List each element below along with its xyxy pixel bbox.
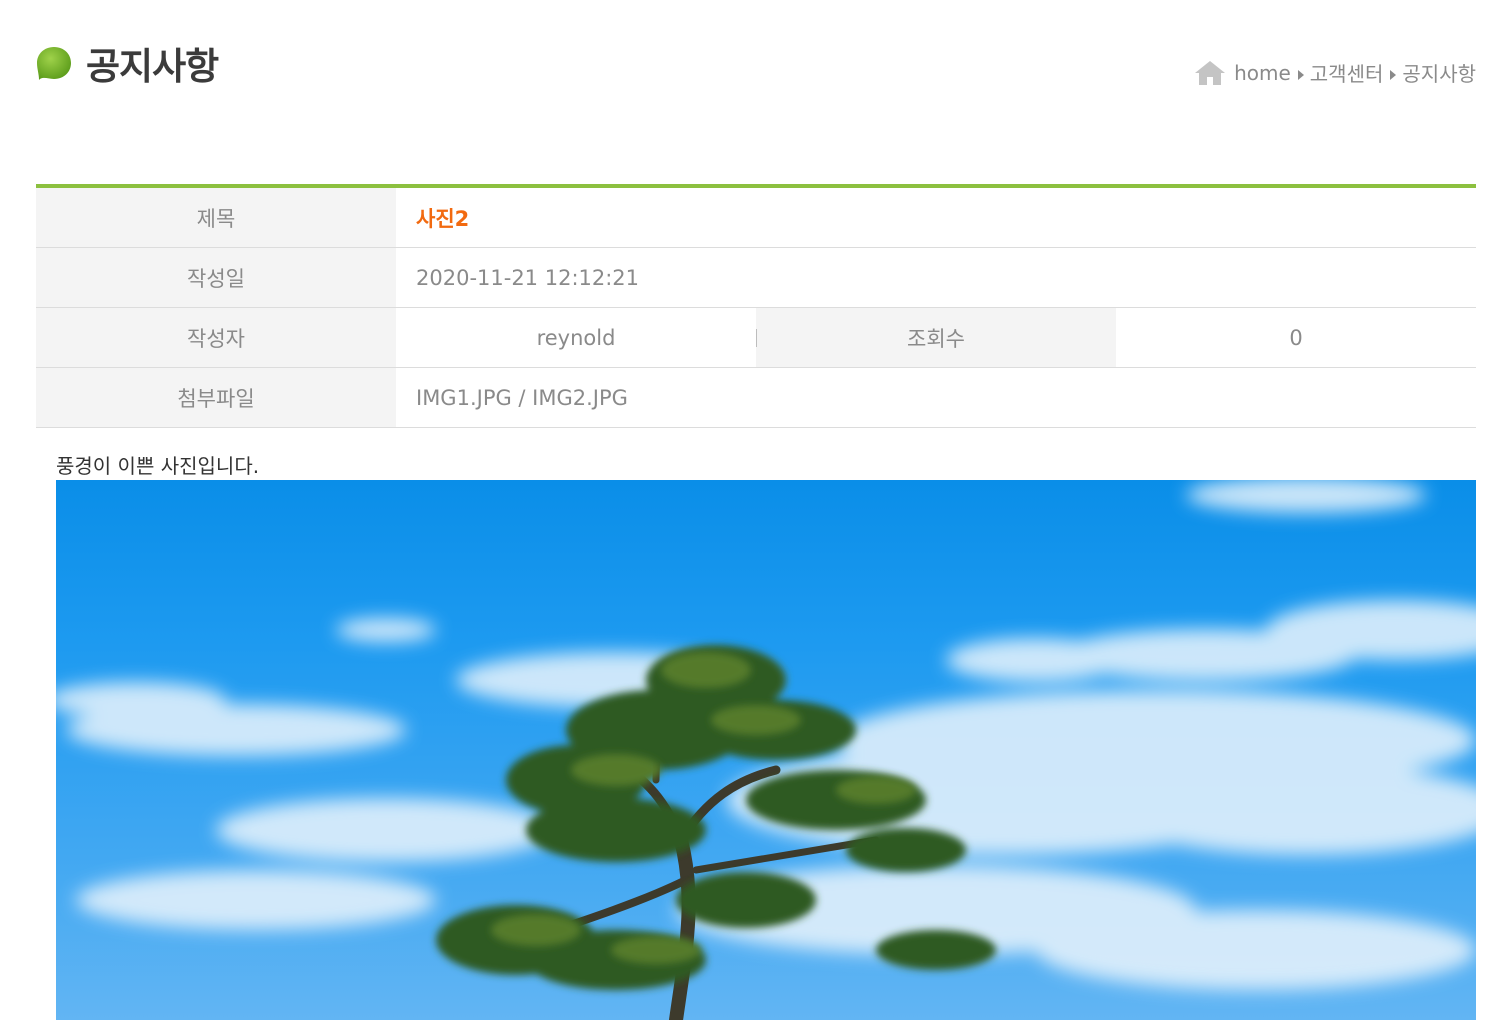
breadcrumb-notice[interactable]: 공지사항: [1402, 58, 1476, 87]
attachment-row: 첨부파일 IMG1.JPG / IMG2.JPG: [36, 368, 1476, 428]
title-wrap: 공지사항: [36, 36, 219, 90]
tree-image: [56, 480, 1476, 1020]
author-label: 작성자: [36, 308, 396, 367]
breadcrumb-customer-center[interactable]: 고객센터: [1310, 58, 1384, 87]
date-row: 작성일 2020-11-21 12:12:21: [36, 248, 1476, 308]
date-value: 2020-11-21 12:12:21: [416, 265, 640, 290]
title-value: 사진2: [416, 206, 470, 231]
attachment-label: 첨부파일: [36, 368, 396, 427]
page-header: 공지사항 home 고객센터 공지사항: [36, 28, 1476, 98]
author-row: 작성자 reynold 조회수 0: [36, 308, 1476, 368]
title-row: 제목 사진2: [36, 188, 1476, 248]
leaf-bullet-icon: [37, 47, 71, 80]
date-label: 작성일: [36, 248, 396, 307]
views-value: 0: [1289, 325, 1303, 350]
notice-detail-table: 제목 사진2 작성일 2020-11-21 12:12:21 작성자 reyno…: [36, 184, 1476, 428]
breadcrumb-home[interactable]: home: [1234, 61, 1291, 85]
author-value: reynold: [536, 325, 616, 350]
page-title: 공지사항: [86, 45, 219, 88]
breadcrumb-arrow-icon: [1297, 69, 1304, 80]
home-icon[interactable]: [1194, 60, 1226, 86]
attachment-value[interactable]: IMG1.JPG / IMG2.JPG: [396, 368, 1476, 427]
breadcrumb-arrow-icon: [1390, 69, 1397, 80]
content-text: 풍경이 이쁜 사진입니다.: [56, 454, 260, 478]
title-label: 제목: [36, 188, 396, 247]
divider: [756, 329, 757, 347]
author-cell: reynold: [396, 308, 757, 367]
views-label: 조회수: [756, 308, 1116, 367]
breadcrumb: home 고객센터 공지사항: [1194, 58, 1476, 87]
landscape-photo: [56, 480, 1476, 1020]
